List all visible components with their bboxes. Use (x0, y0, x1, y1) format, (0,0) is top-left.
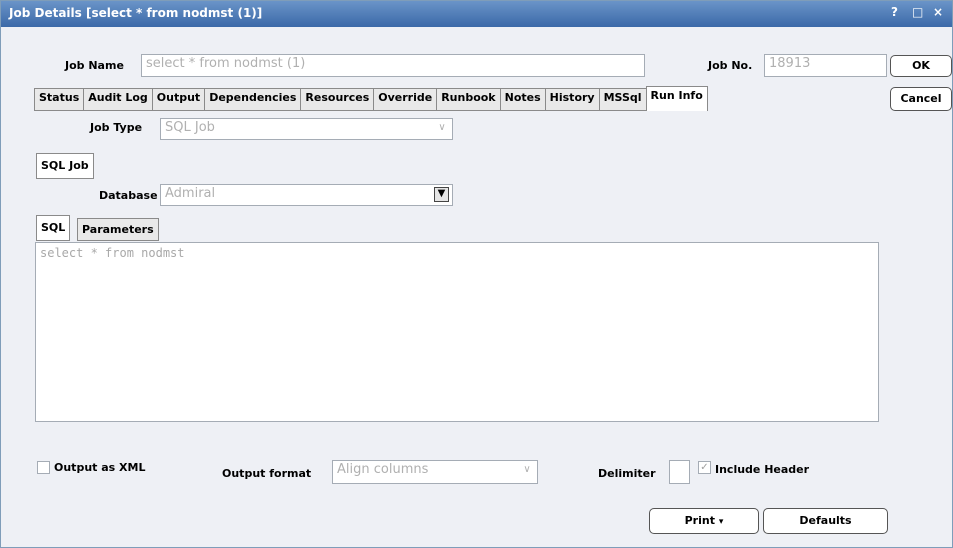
job-type-label: Job Type (90, 121, 143, 134)
delimiter-field[interactable] (669, 460, 690, 484)
tab-audit-log[interactable]: Audit Log (83, 88, 153, 111)
chevron-down-icon: ∨ (523, 464, 531, 475)
chevron-down-icon: ▾ (718, 517, 724, 527)
output-xml-label: Output as XML (54, 461, 146, 474)
title-bar: Job Details [select * from nodmst (1)] ?… (1, 1, 952, 27)
database-value: Admiral (165, 186, 216, 201)
job-name-label: Job Name (65, 59, 124, 72)
output-format-select[interactable]: Align columns ∨ (332, 460, 538, 484)
job-no-label: Job No. (708, 59, 753, 72)
tab-sql[interactable]: SQL (36, 215, 71, 241)
main-tab-bar: Status Audit Log Output Dependencies Resourc… (34, 86, 708, 111)
tab-dependencies[interactable]: Dependencies (204, 88, 302, 111)
sql-editor[interactable]: select * from nodmst (35, 242, 879, 422)
defaults-button[interactable]: Defaults (763, 508, 888, 534)
database-label: Database (99, 189, 158, 202)
tab-output[interactable]: Output (151, 88, 206, 111)
tab-runbook[interactable]: Runbook (436, 88, 501, 111)
output-format-value: Align columns (337, 462, 429, 477)
include-header-checkbox[interactable]: ✓ (698, 461, 711, 474)
tab-sql-job[interactable]: SQL Job (36, 153, 94, 179)
chevron-down-icon: ∨ (438, 122, 446, 133)
tab-parameters[interactable]: Parameters (77, 218, 159, 241)
job-type-select[interactable]: SQL Job ∨ (160, 118, 453, 140)
include-header-label: Include Header (715, 463, 810, 476)
close-icon[interactable]: × (933, 5, 943, 19)
print-button[interactable]: Print ▾ (649, 508, 759, 534)
tab-resources[interactable]: Resources (300, 88, 375, 111)
job-type-value: SQL Job (165, 120, 215, 135)
ok-button[interactable]: OK (890, 55, 952, 77)
tab-run-info[interactable]: Run Info (645, 86, 708, 111)
tab-status[interactable]: Status (34, 88, 85, 111)
tab-mssql[interactable]: MSSql (598, 88, 647, 111)
job-no-field[interactable]: 18913 (764, 54, 887, 77)
job-details-window: Job Details [select * from nodmst (1)] ?… (0, 0, 953, 548)
output-format-label: Output format (222, 467, 312, 480)
cancel-button[interactable]: Cancel (890, 87, 952, 111)
window-title: Job Details [select * from nodmst (1)] (9, 6, 263, 20)
maximize-icon[interactable]: □ (912, 5, 923, 19)
tab-history[interactable]: History (544, 88, 600, 111)
database-select[interactable]: Admiral ▼ (160, 184, 453, 206)
delimiter-label: Delimiter (598, 467, 656, 480)
job-name-field[interactable]: select * from nodmst (1) (141, 54, 645, 77)
tab-notes[interactable]: Notes (499, 88, 546, 111)
print-label: Print (684, 514, 715, 527)
tab-override[interactable]: Override (373, 88, 438, 111)
output-xml-checkbox[interactable] (37, 461, 50, 474)
chevron-down-icon[interactable]: ▼ (434, 187, 449, 202)
help-icon[interactable]: ? (891, 5, 898, 19)
